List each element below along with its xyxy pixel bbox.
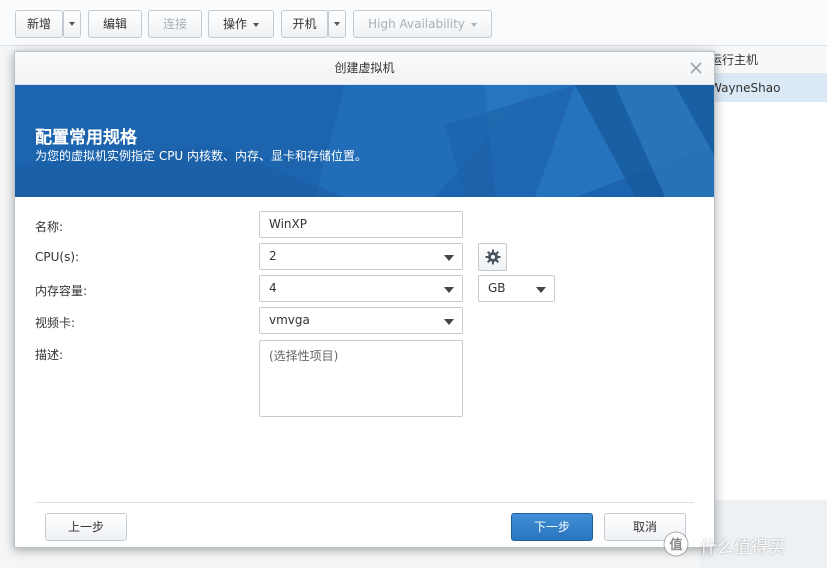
cpu-select[interactable]: 2	[259, 243, 463, 270]
chevron-down-icon	[536, 287, 546, 293]
cpu-select-value: 2	[269, 249, 277, 263]
connect-button[interactable]: 连接	[148, 10, 202, 38]
next-button[interactable]: 下一步	[511, 513, 593, 541]
watermark-logo-icon: 值	[663, 531, 689, 557]
high-availability-menu-button[interactable]: High Availability	[353, 10, 492, 38]
name-input[interactable]: WinXP	[259, 211, 463, 238]
dialog-title: 创建虚拟机	[15, 52, 714, 85]
video-card-label: 视频卡:	[35, 316, 76, 330]
host-list: 运行主机 WayneShao	[700, 46, 827, 568]
chevron-down-icon	[444, 255, 454, 261]
description-textarea[interactable]: (选择性项目)	[259, 340, 463, 417]
previous-button[interactable]: 上一步	[45, 513, 127, 541]
list-item[interactable]: WayneShao	[700, 74, 827, 102]
chevron-down-icon	[444, 287, 454, 293]
memory-select-value: 4	[269, 281, 277, 295]
cpu-label: CPU(s):	[35, 250, 80, 264]
gear-icon	[485, 249, 501, 265]
watermark: 值 什么值得买	[660, 529, 825, 559]
column-header-host[interactable]: 运行主机	[700, 46, 827, 74]
power-on-dropdown-button[interactable]	[328, 10, 346, 38]
create-vm-dialog: 创建虚拟机 配置常用规格 为您的虚拟机实例指定 CPU 内核数、内存、显卡和存储…	[14, 51, 715, 548]
new-button[interactable]: 新增	[15, 10, 63, 38]
close-icon[interactable]	[688, 60, 704, 76]
video-card-value: vmvga	[269, 313, 310, 327]
svg-text:值: 值	[669, 537, 682, 553]
chevron-down-icon	[253, 22, 259, 27]
power-on-button[interactable]: 开机	[281, 10, 328, 38]
high-availability-label: High Availability	[368, 17, 465, 31]
edit-button[interactable]: 编辑	[88, 10, 142, 38]
action-menu-button[interactable]: 操作	[208, 10, 274, 38]
footer-divider	[35, 502, 694, 503]
chevron-down-icon	[444, 319, 454, 325]
memory-unit-select[interactable]: GB	[478, 275, 555, 302]
toolbar: 新增 编辑 连接 操作 开机 High Availability	[0, 0, 827, 46]
video-card-select[interactable]: vmvga	[259, 307, 463, 334]
chevron-down-icon	[334, 22, 340, 26]
chevron-down-icon	[69, 22, 75, 26]
banner-subtitle: 为您的虚拟机实例指定 CPU 内核数、内存、显卡和存储位置。	[35, 149, 368, 163]
memory-select[interactable]: 4	[259, 275, 463, 302]
memory-label: 内存容量:	[35, 284, 88, 298]
banner-title: 配置常用规格	[35, 128, 137, 148]
cpu-settings-button[interactable]	[478, 243, 507, 271]
memory-unit-value: GB	[488, 281, 506, 295]
description-label: 描述:	[35, 348, 64, 362]
chevron-down-icon	[470, 22, 477, 27]
action-menu-label: 操作	[222, 17, 247, 31]
name-label: 名称:	[35, 220, 64, 234]
new-dropdown-button[interactable]	[63, 10, 81, 38]
wizard-banner: 配置常用规格 为您的虚拟机实例指定 CPU 内核数、内存、显卡和存储位置。	[15, 85, 714, 197]
watermark-text: 什么值得买	[700, 538, 785, 558]
